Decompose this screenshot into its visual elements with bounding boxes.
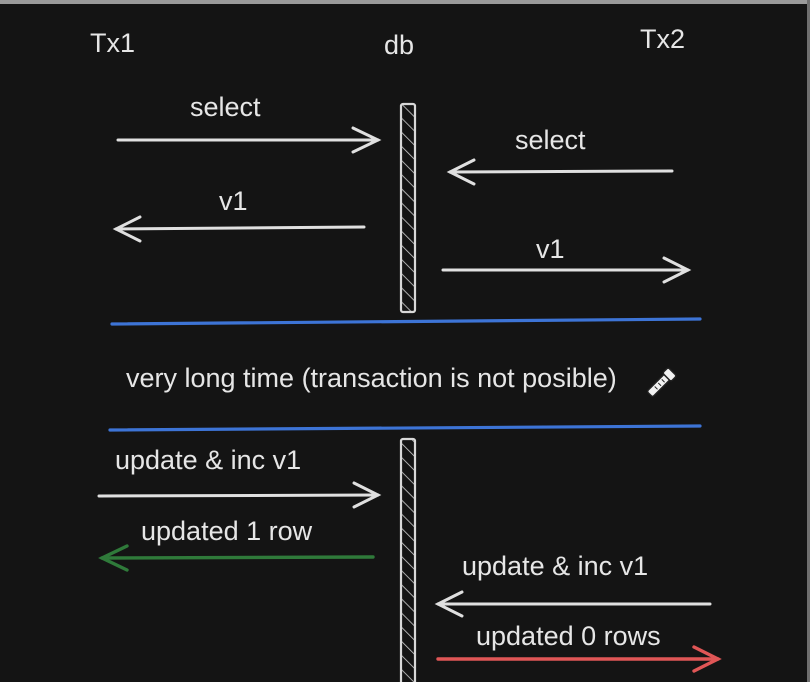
participant-tx2-label: Tx2 bbox=[640, 24, 686, 54]
tx2-update-label: update & inc v1 bbox=[462, 551, 649, 581]
tx2-select-label: select bbox=[515, 125, 586, 155]
tx2-v1-label: v1 bbox=[536, 234, 565, 264]
eyedropper-cursor-icon bbox=[646, 367, 677, 398]
separator-line-top bbox=[110, 317, 702, 326]
tx1-update-arrow bbox=[97, 481, 382, 509]
participant-tx1-label: Tx1 bbox=[90, 28, 136, 58]
diagram-canvas: Tx1 db Tx2 select v1 select v1 very long… bbox=[0, 4, 807, 682]
tx2-updated-0-rows-label: updated 0 rows bbox=[476, 621, 661, 651]
tx1-select-arrow bbox=[116, 126, 382, 154]
participant-db-label: db bbox=[384, 30, 415, 60]
tx1-update-label: update & inc v1 bbox=[115, 445, 302, 475]
diagram-graphics bbox=[97, 102, 722, 682]
db-lifeline-bar-lower bbox=[399, 437, 417, 682]
tx1-updated-1-row-label: updated 1 row bbox=[141, 516, 313, 546]
tx1-v1-label: v1 bbox=[219, 186, 248, 216]
tx2-v1-response-arrow bbox=[441, 256, 692, 284]
db-lifeline-bar-upper bbox=[399, 102, 417, 314]
separator-line-bottom bbox=[108, 424, 702, 432]
long-time-separator-text: very long time (transaction is not posib… bbox=[126, 363, 617, 393]
tx1-v1-response-arrow bbox=[112, 215, 366, 243]
tx2-select-arrow bbox=[446, 158, 674, 186]
tx2-update-arrow bbox=[434, 590, 712, 618]
tx1-updated-1-row-arrow bbox=[98, 544, 375, 572]
tx1-select-label: select bbox=[190, 92, 261, 122]
